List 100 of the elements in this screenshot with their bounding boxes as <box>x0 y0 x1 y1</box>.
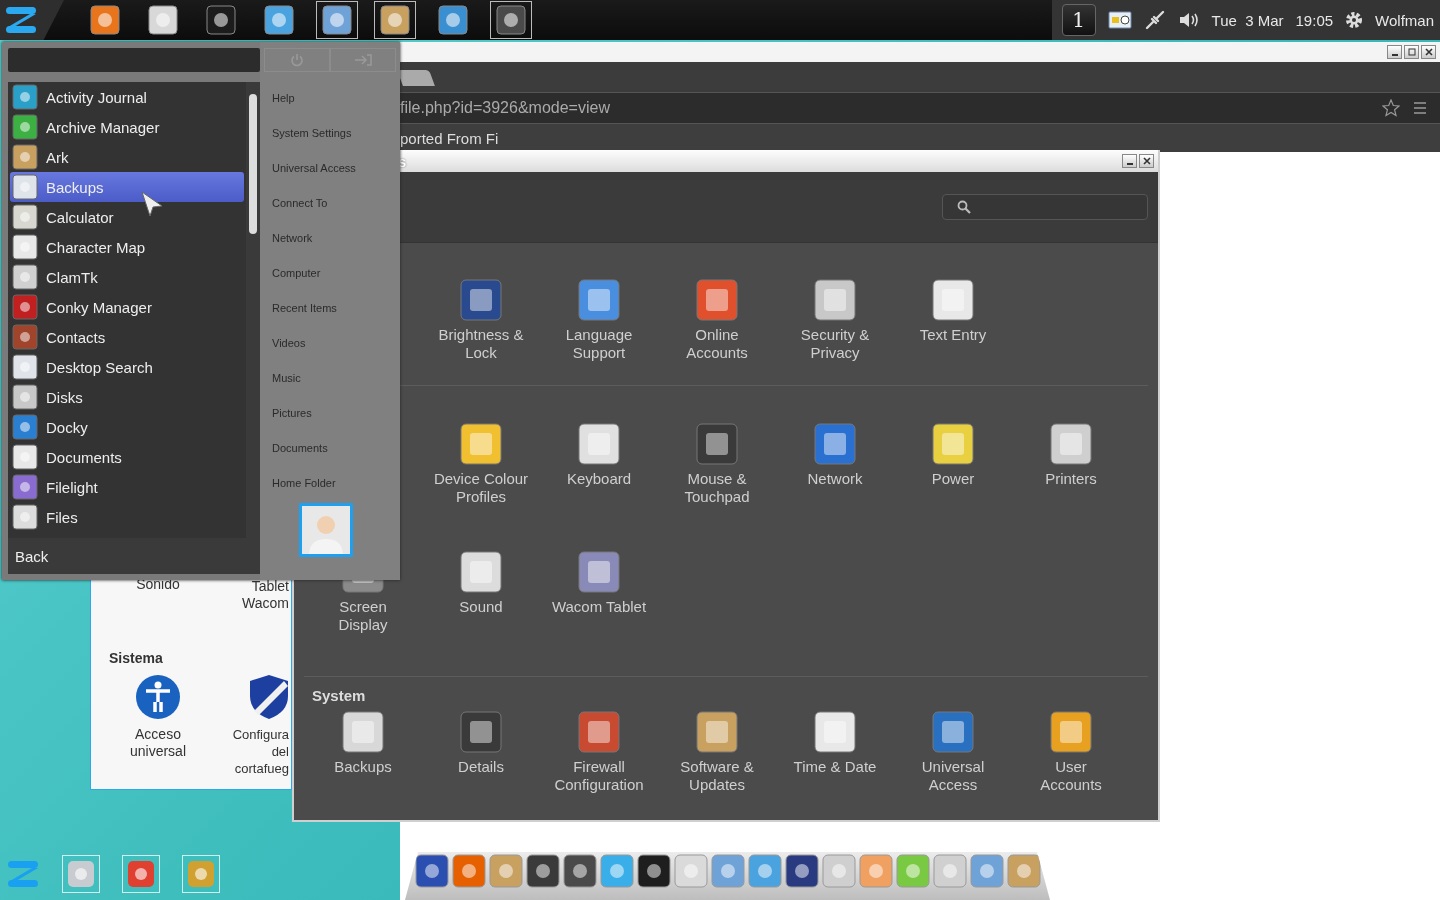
minimize-button[interactable] <box>1122 154 1137 168</box>
menu-item[interactable]: System Settings <box>272 125 396 141</box>
app-icon <box>12 144 38 170</box>
volume-icon[interactable] <box>1177 10 1200 30</box>
app-icon <box>148 5 178 35</box>
settings-item[interactable]: Keyboard <box>540 422 658 506</box>
menu-item[interactable]: Connect To <box>272 195 396 211</box>
settings-item[interactable]: Time & Date <box>776 710 894 794</box>
maximize-icon <box>1407 48 1416 56</box>
app-icon <box>496 5 526 35</box>
settings-item[interactable]: Universal Access <box>894 710 1012 794</box>
cursor-icon <box>140 190 164 218</box>
app-icon[interactable] <box>784 854 819 888</box>
menu-item[interactable]: Disks <box>10 382 244 412</box>
settings-item[interactable]: Security & Privacy <box>776 278 894 362</box>
minimize-button[interactable] <box>1387 45 1402 59</box>
menu-item[interactable]: Pictures <box>272 405 396 421</box>
app-icon <box>813 422 857 466</box>
workspace-switcher[interactable]: 1 <box>1061 4 1096 36</box>
settings-icon[interactable] <box>1345 11 1364 29</box>
app-icon[interactable] <box>562 854 597 888</box>
menu-item[interactable]: Backups <box>10 172 244 202</box>
search-field[interactable] <box>942 194 1148 220</box>
app-icon <box>12 234 38 260</box>
app-icon <box>577 550 621 594</box>
taskbar-launcher[interactable] <box>316 1 358 39</box>
maximize-button[interactable] <box>1404 45 1419 59</box>
app-icon <box>459 278 503 322</box>
settings-item[interactable]: Mouse & Touchpad <box>658 422 776 506</box>
menu-item[interactable]: Documents <box>272 440 396 456</box>
app-icon[interactable] <box>414 854 449 888</box>
settings-item[interactable]: Online Accounts <box>658 278 776 362</box>
menu-item[interactable]: Videos <box>272 335 396 351</box>
settings-item[interactable]: Backups <box>304 710 422 794</box>
menu-item[interactable]: Music <box>272 370 396 386</box>
settings-item[interactable]: Brightness & Lock <box>422 278 540 362</box>
app-icon[interactable] <box>636 854 671 888</box>
user-avatar[interactable] <box>299 503 353 557</box>
menu-icon[interactable] <box>1412 101 1428 115</box>
settings-item[interactable]: Sound <box>422 550 540 634</box>
settings-item[interactable]: Firewall Configuration <box>540 710 658 794</box>
menu-item[interactable]: Desktop Search <box>10 352 244 382</box>
settings-item[interactable]: Network <box>776 422 894 506</box>
menu-item[interactable]: Ark <box>10 142 244 172</box>
app-icon <box>90 5 120 35</box>
app-icon <box>12 474 38 500</box>
settings-item[interactable]: Software & Updates <box>658 710 776 794</box>
menu-item[interactable]: Conky Manager <box>10 292 244 322</box>
app-icon <box>931 278 975 322</box>
close-button[interactable] <box>1421 45 1436 59</box>
settings-item[interactable]: Acceso universal <box>91 674 225 777</box>
back-button[interactable]: Back <box>8 538 260 574</box>
menu-item[interactable]: Contacts <box>10 322 244 352</box>
menu-item[interactable]: Character Map <box>10 232 244 262</box>
taskbar-launcher[interactable] <box>490 1 532 39</box>
menu-item[interactable]: Calculator <box>10 202 244 232</box>
menu-item[interactable]: Network <box>272 230 396 246</box>
menu-item[interactable]: Computer <box>272 265 396 281</box>
menu-item[interactable]: Filelight <box>10 472 244 502</box>
menu-item[interactable]: Universal Access <box>272 160 396 176</box>
settings-item[interactable]: Configura del cortafueg <box>225 674 291 777</box>
app-icon <box>931 422 975 466</box>
menu-item[interactable]: Archive Manager <box>10 112 244 142</box>
settings-item[interactable]: Printers <box>1012 422 1130 506</box>
clock-icon[interactable] <box>1107 10 1132 30</box>
date-text[interactable]: Tue 3 Mar <box>1211 11 1284 29</box>
app-icon <box>931 710 975 754</box>
settings-item[interactable]: Details <box>422 710 540 794</box>
menu-item[interactable]: Files <box>10 502 244 532</box>
search-field[interactable] <box>8 48 260 72</box>
close-button[interactable] <box>1139 154 1154 168</box>
settings-item[interactable]: Language Support <box>540 278 658 362</box>
menu-item[interactable]: Documents <box>10 442 244 472</box>
app-icon <box>380 5 410 35</box>
settings-item[interactable]: Power <box>894 422 1012 506</box>
plug-icon[interactable] <box>1143 9 1166 31</box>
menu-item[interactable]: Docky <box>10 412 244 442</box>
logout-icon <box>354 54 372 66</box>
app-icon <box>12 294 38 320</box>
settings-item[interactable]: Wacom Tablet <box>540 550 658 634</box>
settings-item[interactable]: User Accounts <box>1012 710 1130 794</box>
section-heading: System <box>312 687 367 704</box>
menu-item[interactable]: Activity Journal <box>10 82 244 112</box>
taskbar-launcher[interactable] <box>374 1 416 39</box>
menu-item[interactable]: Help <box>272 90 396 106</box>
app-icon[interactable] <box>525 854 560 888</box>
menu-item[interactable]: Recent Items <box>272 300 396 316</box>
item-label[interactable]: Tablet Wacom <box>225 576 291 612</box>
logo-icon[interactable] <box>4 5 38 35</box>
settings-item[interactable]: Text Entry <box>894 278 1012 362</box>
app-icon <box>813 710 857 754</box>
app-icon <box>459 422 503 466</box>
star-icon[interactable] <box>1382 99 1400 117</box>
scrollbar[interactable] <box>246 82 260 538</box>
bookmark-link[interactable]: ported From Fi <box>400 129 499 147</box>
user-name[interactable]: Wolfman <box>1375 11 1434 29</box>
time-text[interactable]: 19:05 <box>1295 11 1334 29</box>
settings-item[interactable]: Device Colour Profiles <box>422 422 540 506</box>
menu-item[interactable]: ClamTk <box>10 262 244 292</box>
menu-item[interactable]: Home Folder <box>272 475 396 491</box>
